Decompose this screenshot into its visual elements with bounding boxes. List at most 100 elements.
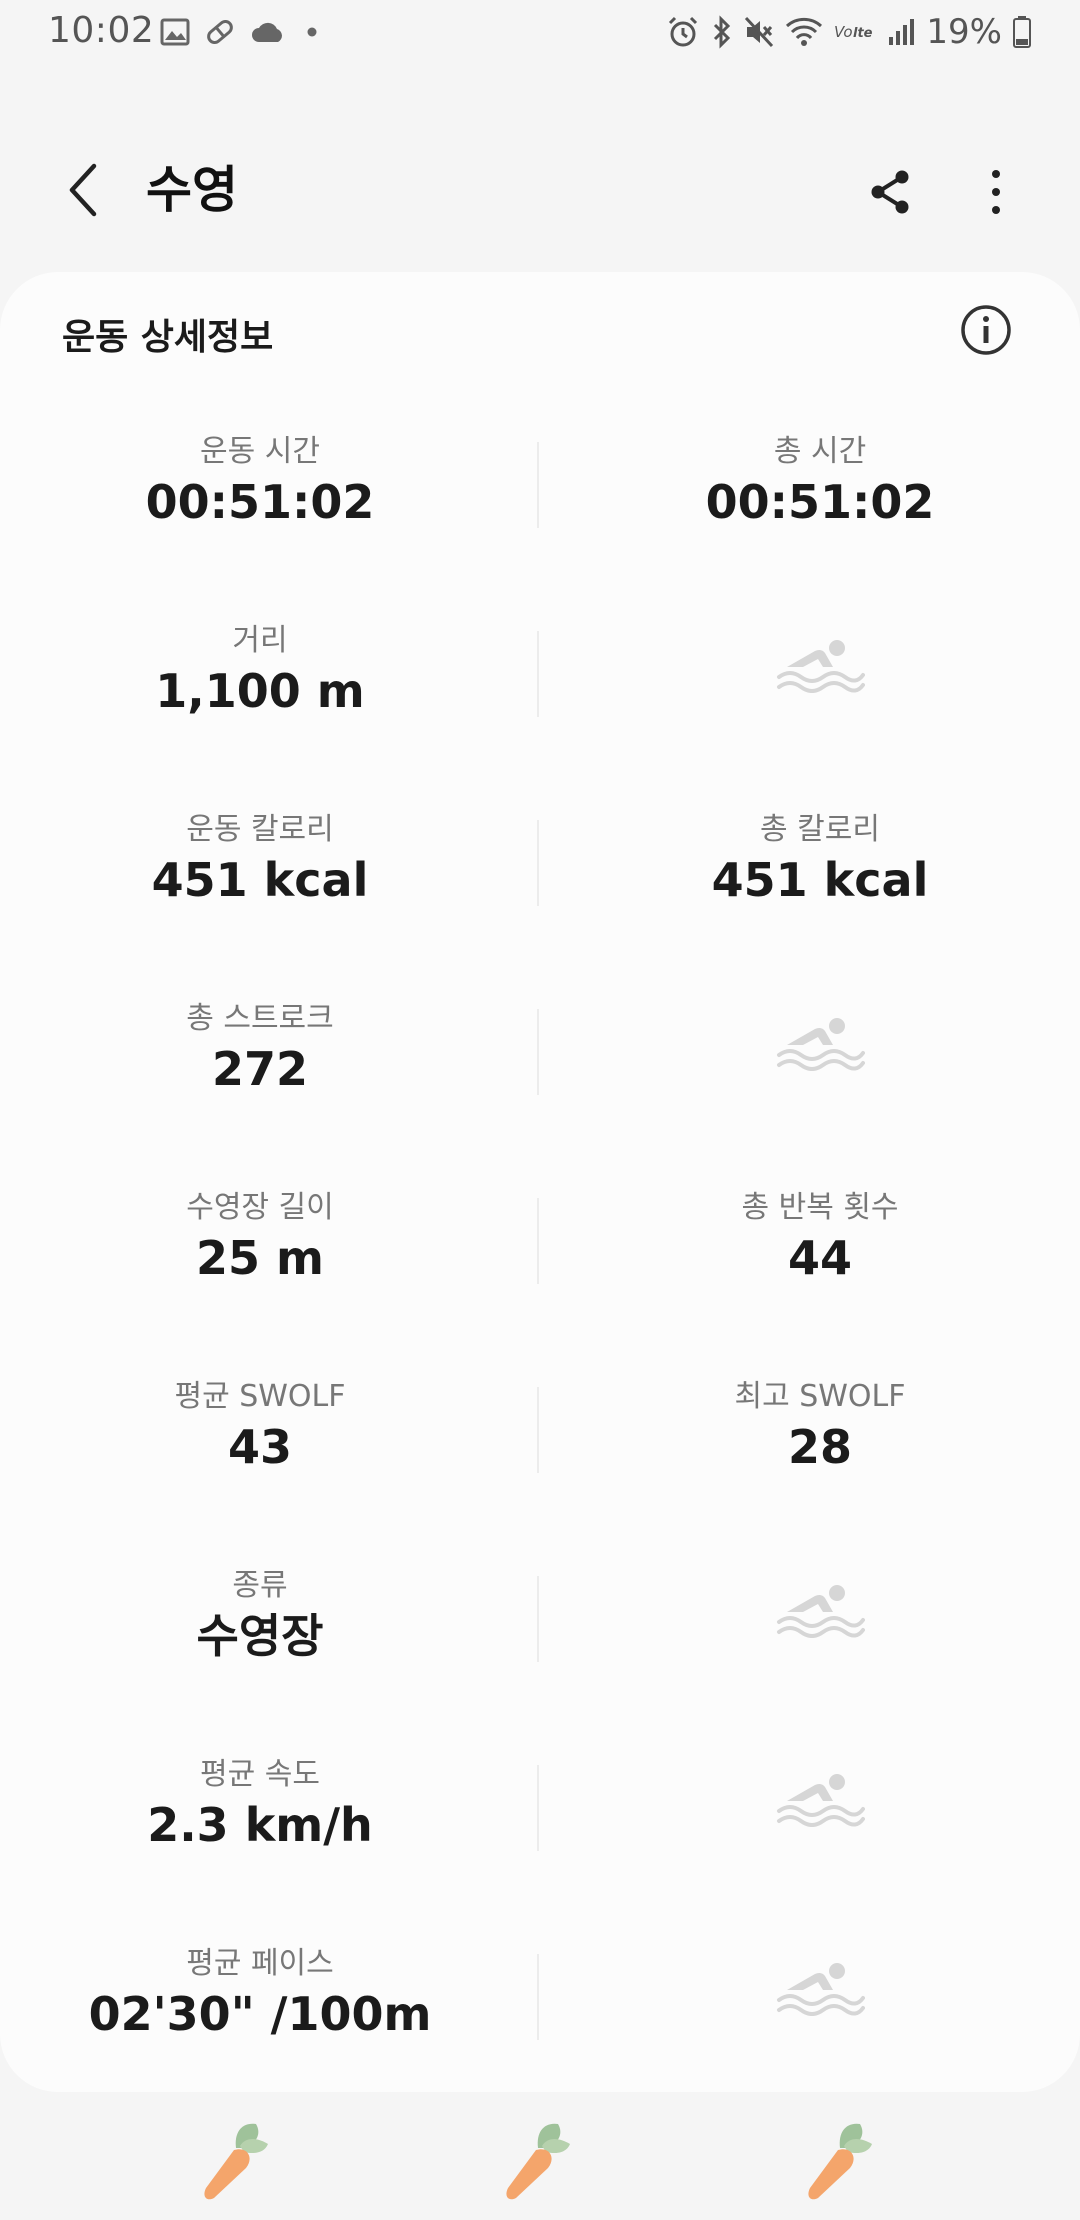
stat-value: 00:51:02 — [705, 475, 935, 529]
stat-cell: 평균 페이스 02'30" /100m — [0, 1932, 520, 2062]
share-button[interactable] — [858, 160, 922, 224]
status-right-icons: Vo lte 19% — [666, 12, 1032, 52]
stat-label: 총 스트로크 — [186, 1001, 334, 1036]
battery-icon — [1012, 15, 1032, 49]
stats-row: 거리 1,100 m — [0, 609, 1080, 798]
app-bar: 수영 — [0, 130, 1080, 250]
stat-label: 평균 속도 — [200, 1757, 320, 1792]
swimming-icon — [560, 1960, 1080, 2016]
signal-icon — [888, 17, 916, 47]
stat-value: 451 kcal — [151, 853, 369, 907]
volte-icon: Vo lte — [834, 17, 878, 47]
stat-value: 451 kcal — [711, 853, 929, 907]
stats-grid: 운동 시간 00:51:02 총 시간 00:51:02 거리 1,100 m 운동 칼로리… — [0, 420, 1080, 2121]
card-header: 운동 상세정보 — [62, 317, 274, 358]
stat-cell: 총 칼로리 451 kcal — [560, 798, 1080, 928]
stat-cell: 거리 1,100 m — [0, 609, 520, 739]
carrot-icon — [506, 2123, 570, 2200]
stat-cell: 평균 속도 2.3 km/h — [0, 1743, 520, 1873]
stat-value: 00:51:02 — [145, 475, 375, 529]
column-divider — [537, 1765, 539, 1851]
svg-text:lte: lte — [853, 26, 873, 41]
carrot-icon — [204, 2123, 268, 2200]
column-divider — [537, 1198, 539, 1284]
empty-stat-cell — [560, 1554, 1080, 1684]
info-button[interactable] — [958, 302, 1014, 358]
column-divider — [537, 1954, 539, 2040]
status-time: 10:02 — [48, 10, 155, 51]
stats-row: 총 스트로크 272 — [0, 987, 1080, 1176]
info-icon — [961, 305, 1011, 355]
cloud-icon — [250, 20, 286, 44]
stat-value: 44 — [787, 1231, 852, 1285]
stat-label: 총 칼로리 — [760, 812, 880, 847]
column-divider — [537, 820, 539, 906]
swimming-icon — [560, 637, 1080, 693]
stats-row: 운동 칼로리 451 kcal 총 칼로리 451 kcal — [0, 798, 1080, 987]
stat-label: 총 반복 횟수 — [741, 1190, 899, 1225]
stat-value: 1,100 m — [155, 664, 365, 718]
carrot-icon — [808, 2123, 872, 2200]
wifi-icon — [784, 16, 824, 48]
stats-row: 수영장 길이 25 m 총 반복 횟수 44 — [0, 1176, 1080, 1365]
stat-cell: 운동 칼로리 451 kcal — [0, 798, 520, 928]
stats-row: 평균 속도 2.3 km/h — [0, 1743, 1080, 1932]
stat-cell: 수영장 길이 25 m — [0, 1176, 520, 1306]
stat-label: 종류 — [232, 1568, 288, 1603]
stat-value: 2.3 km/h — [147, 1798, 373, 1852]
stat-value: 43 — [227, 1420, 292, 1474]
swimming-icon — [560, 1771, 1080, 1827]
stats-row: 평균 SWOLF 43 최고 SWOLF 28 — [0, 1365, 1080, 1554]
stat-value: 02'30" /100m — [88, 1987, 432, 2041]
stat-value: 272 — [211, 1042, 309, 1096]
stat-label: 평균 페이스 — [186, 1946, 334, 1981]
stat-value: 28 — [787, 1420, 852, 1474]
more-vertical-icon — [992, 170, 1000, 214]
back-button[interactable] — [52, 158, 116, 222]
swimming-icon — [560, 1582, 1080, 1638]
chevron-left-icon — [69, 163, 97, 217]
stat-label: 운동 시간 — [200, 434, 320, 469]
stats-row: 종류수영장 — [0, 1554, 1080, 1743]
column-divider — [537, 442, 539, 528]
empty-stat-cell — [560, 609, 1080, 739]
stat-cell: 최고 SWOLF 28 — [560, 1365, 1080, 1495]
column-divider — [537, 1576, 539, 1662]
page-title: 수영 — [146, 161, 238, 219]
column-divider — [537, 631, 539, 717]
empty-stat-cell — [560, 1743, 1080, 1873]
battery-percent: 19% — [926, 12, 1002, 52]
stat-label: 총 시간 — [773, 434, 867, 469]
alarm-icon — [666, 15, 700, 49]
dot-icon — [300, 20, 324, 44]
more-options-button[interactable] — [964, 160, 1028, 224]
pill-icon — [204, 18, 236, 46]
status-left-icons — [160, 14, 324, 50]
image-icon — [160, 18, 190, 46]
share-icon — [871, 170, 909, 214]
svg-text:Vo: Vo — [834, 23, 853, 41]
bluetooth-icon — [710, 15, 734, 49]
stat-cell: 총 시간 00:51:02 — [560, 420, 1080, 550]
stat-cell: 총 스트로크 272 — [0, 987, 520, 1117]
status-bar: 10:02 Vo lte 19% — [0, 0, 1080, 64]
stat-cell: 운동 시간 00:51:02 — [0, 420, 520, 550]
mute-icon — [744, 15, 774, 49]
stat-label: 수영장 길이 — [186, 1190, 334, 1225]
stat-cell: 평균 SWOLF 43 — [0, 1365, 520, 1495]
stats-row: 평균 페이스 02'30" /100m — [0, 1932, 1080, 2121]
empty-stat-cell — [560, 1932, 1080, 2062]
stat-value: 수영장 — [196, 1609, 324, 1663]
bottom-carrot-row — [0, 2118, 1080, 2208]
stat-label: 운동 칼로리 — [186, 812, 334, 847]
stat-label: 거리 — [232, 623, 288, 658]
stat-value: 25 m — [196, 1231, 324, 1285]
swimming-icon — [560, 1015, 1080, 1071]
stat-cell: 총 반복 횟수 44 — [560, 1176, 1080, 1306]
stat-cell: 종류수영장 — [0, 1554, 520, 1684]
empty-stat-cell — [560, 987, 1080, 1117]
stat-label: 평균 SWOLF — [174, 1379, 346, 1414]
stat-label: 최고 SWOLF — [734, 1379, 906, 1414]
column-divider — [537, 1009, 539, 1095]
column-divider — [537, 1387, 539, 1473]
